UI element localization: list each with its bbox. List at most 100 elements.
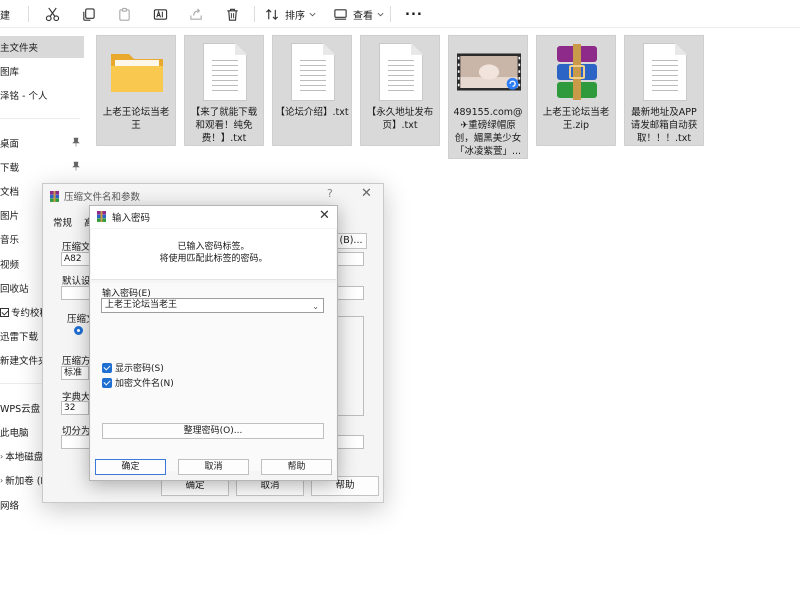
enter-password-dialog: 输入密码 ✕ 已输入密码标签。 将使用匹配此标签的密码。 输入密码(E) 上老王… <box>89 205 338 481</box>
dialog-titlebar: 输入密码 ✕ <box>90 206 337 228</box>
video-thumbnail <box>457 40 521 104</box>
cancel-label: 取消 <box>260 480 280 491</box>
share-button[interactable] <box>186 0 206 28</box>
sidebar-item-label: 图片 <box>0 211 20 222</box>
info-line: 将使用匹配此标签的密码。 <box>159 254 268 264</box>
help-label: 帮助 <box>335 480 355 491</box>
tab-general[interactable]: 常规 <box>53 215 72 229</box>
sidebar-item-downloads[interactable]: 下载 <box>0 156 84 178</box>
cancel-button[interactable]: 取消 <box>178 459 249 475</box>
chevron-right-icon: › <box>0 451 4 461</box>
sort-button[interactable]: 排序 <box>262 0 316 28</box>
dictionary-select[interactable]: 32 <box>61 401 89 415</box>
file-item[interactable]: 【论坛介绍】.txt <box>272 35 352 146</box>
delete-button[interactable] <box>222 0 242 28</box>
file-name: 最新地址及APP请发邮箱自动获取！！！.txt <box>630 107 698 144</box>
file-item[interactable]: 上老王论坛当老王 <box>96 35 176 146</box>
cut-button[interactable] <box>42 0 62 28</box>
sort-icon <box>262 4 282 24</box>
sidebar-item-home[interactable]: 主文件夹 <box>0 36 84 58</box>
dialog-title-text: 压缩文件名和参数 <box>64 192 141 203</box>
scissors-icon <box>42 4 62 24</box>
sidebar-item-label: 主文件夹 <box>0 43 39 54</box>
ok-button[interactable]: 确定 <box>95 459 166 475</box>
help-icon[interactable]: ? <box>327 187 333 200</box>
sidebar-item-label: 音乐 <box>0 235 20 246</box>
sidebar-item-personal[interactable]: 泽铭 - 个人 <box>0 84 84 106</box>
sidebar-item-gallery[interactable]: 图库 <box>0 60 84 82</box>
sidebar-item-label: 此电脑 <box>0 428 29 439</box>
method-value: 标准 <box>64 368 83 378</box>
more-label: ... <box>405 4 423 19</box>
sidebar-item-label: 新建文件夹 <box>0 356 48 367</box>
copy-button[interactable] <box>78 0 98 28</box>
more-options-button[interactable]: ... <box>402 0 423 28</box>
close-icon[interactable]: ✕ <box>361 186 372 201</box>
file-name: 489155.com@✈重磅绿帽原创，媚黑美少女「冰凌紫萱」... <box>453 107 523 157</box>
sidebar-item-label: 回收站 <box>0 284 29 295</box>
sidebar-item-label: 泽铭 - 个人 <box>0 91 48 102</box>
chevron-right-icon: › <box>0 475 4 485</box>
browse-button[interactable]: (B)... <box>335 233 367 249</box>
dialog-title: 压缩文件名和参数 <box>49 189 140 203</box>
show-password-checkbox[interactable]: 显示密码(S) <box>102 361 164 374</box>
toolbar-divider <box>28 6 29 22</box>
encrypt-names-checkbox[interactable]: 加密文件名(N) <box>102 376 174 389</box>
cancel-label: 取消 <box>204 462 223 472</box>
folder-icon <box>105 40 169 104</box>
file-item[interactable]: 【来了就能下载和观看！纯免费！】.txt <box>184 35 264 146</box>
file-name: 【永久地址发布页】.txt <box>366 107 434 131</box>
format-radio[interactable] <box>74 326 83 335</box>
winrar-icon <box>49 190 60 202</box>
encrypt-names-label: 加密文件名(N) <box>115 379 174 389</box>
dialog-title: 输入密码 <box>112 213 151 224</box>
browse-label: (B)... <box>339 235 363 246</box>
winrar-archive-icon <box>545 40 609 104</box>
file-name: 上老王论坛当老王.zip <box>542 107 610 131</box>
close-icon[interactable]: ✕ <box>319 208 330 223</box>
view-button[interactable]: 查看 <box>330 0 384 28</box>
toolbar-divider <box>254 6 255 22</box>
checkbox-icon <box>0 307 9 317</box>
help-button[interactable]: 帮助 <box>261 459 332 475</box>
info-panel: 已输入密码标签。 将使用匹配此标签的密码。 <box>91 229 336 280</box>
share-icon <box>186 4 206 24</box>
sidebar-item-label: 文档 <box>0 187 20 198</box>
trash-icon <box>222 4 242 24</box>
organize-label: 整理密码(O)... <box>183 426 243 436</box>
sidebar-item-label: 本地磁盘 <box>5 452 44 463</box>
chevron-down-icon[interactable]: ⌄ <box>312 300 319 313</box>
checkbox-checked-icon <box>102 377 112 388</box>
rename-button[interactable] <box>150 0 170 28</box>
text-file-icon <box>281 40 345 104</box>
sidebar-item-label: 图库 <box>0 67 20 78</box>
new-button[interactable]: 建 <box>0 0 10 28</box>
archive-name-value: A82 <box>64 254 82 264</box>
method-select[interactable]: 标准 <box>61 366 89 380</box>
pin-icon <box>72 161 80 171</box>
checkbox-checked-icon <box>102 362 112 373</box>
show-password-label: 显示密码(S) <box>115 364 164 374</box>
file-item[interactable]: 【永久地址发布页】.txt <box>360 35 440 146</box>
copy-icon <box>78 4 98 24</box>
view-label: 查看 <box>353 10 373 22</box>
paste-button[interactable] <box>114 0 134 28</box>
ok-label: 确定 <box>121 462 140 472</box>
ok-label: 确定 <box>185 480 205 491</box>
sidebar-divider <box>0 118 80 119</box>
sidebar-item-desktop[interactable]: 桌面 <box>0 132 84 154</box>
file-item[interactable]: 489155.com@✈重磅绿帽原创，媚黑美少女「冰凌紫萱」... <box>448 35 528 159</box>
organize-passwords-button[interactable]: 整理密码(O)... <box>102 423 324 439</box>
file-name: 上老王论坛当老王 <box>102 107 170 131</box>
archive-name-label: 压缩文 <box>62 242 91 253</box>
view-icon <box>330 4 350 24</box>
file-name: 【论坛介绍】.txt <box>275 107 349 118</box>
sidebar-item-label: 桌面 <box>0 139 20 150</box>
file-item[interactable]: 上老王论坛当老王.zip <box>536 35 616 146</box>
winrar-icon <box>96 211 107 222</box>
dictionary-value: 32 <box>64 403 76 413</box>
clipboard-icon <box>114 4 134 24</box>
file-item[interactable]: 最新地址及APP请发邮箱自动获取！！！.txt <box>624 35 704 146</box>
password-combobox[interactable]: 上老王论坛当老王 ⌄ <box>101 298 324 313</box>
sidebar-item-label: 视频 <box>0 260 20 271</box>
